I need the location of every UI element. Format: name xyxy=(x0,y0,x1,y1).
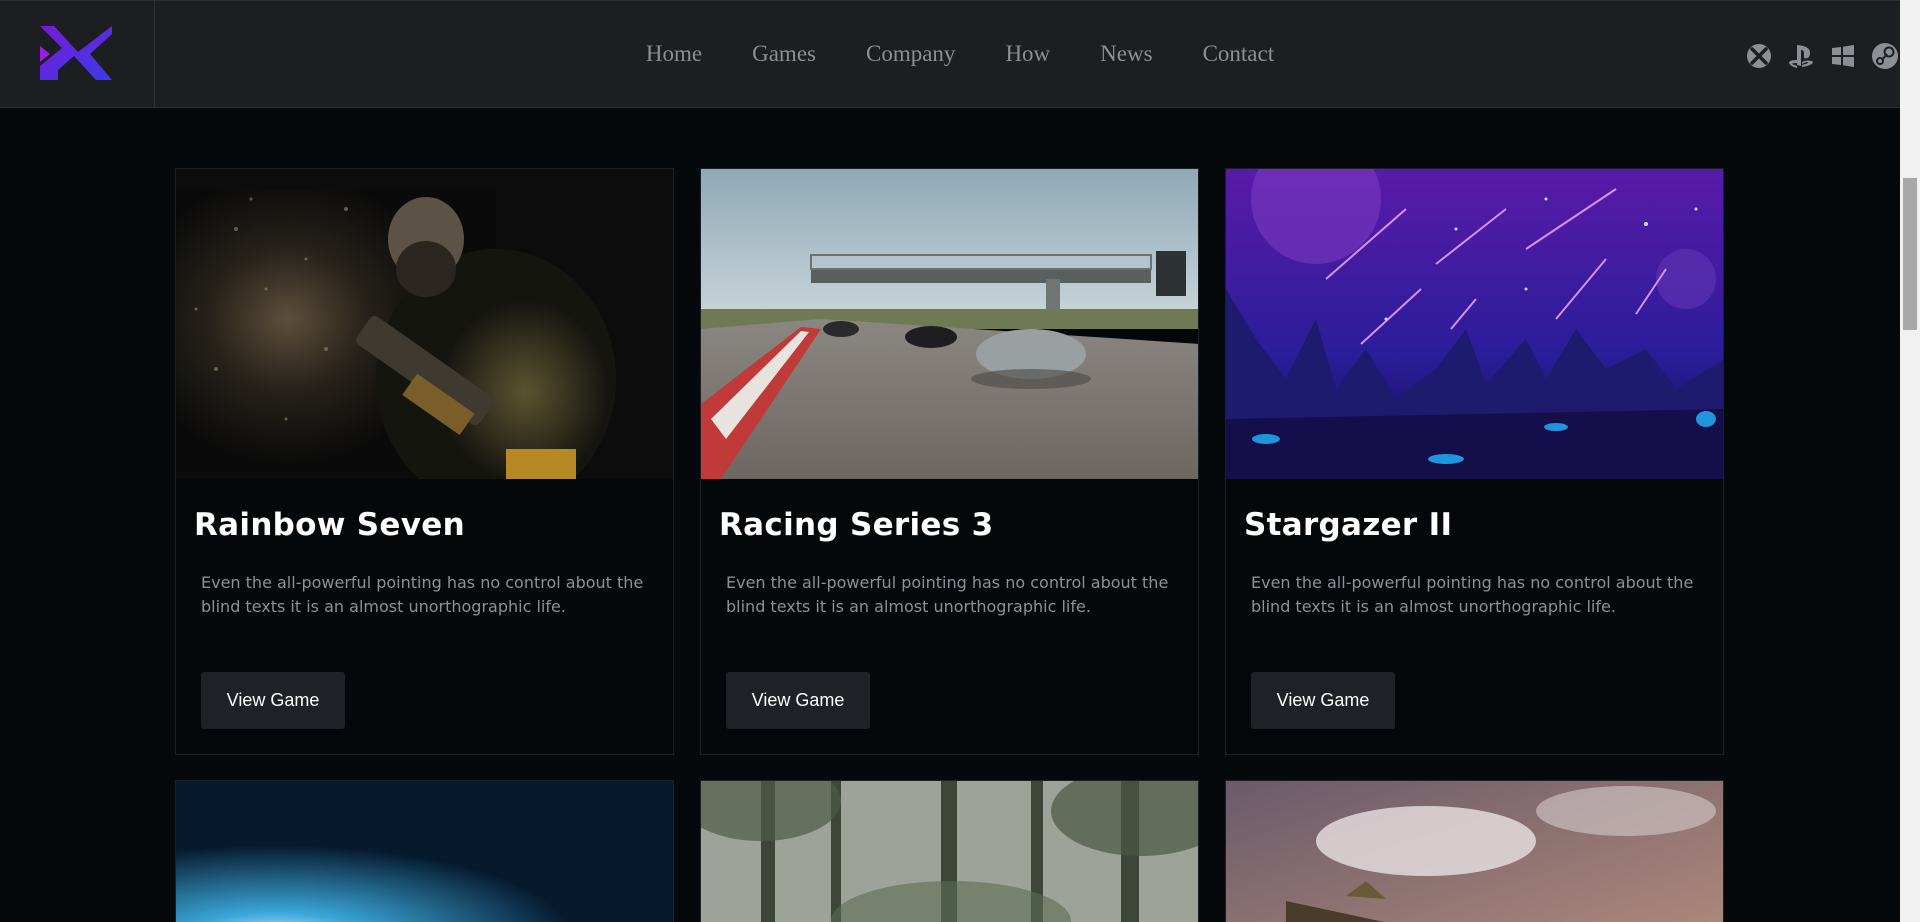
view-game-button[interactable]: View Game xyxy=(201,672,345,729)
game-title: Rainbow Seven xyxy=(194,507,465,543)
platform-icons xyxy=(1744,41,1900,71)
game-description: Even the all-powerful pointing has no co… xyxy=(1251,573,1694,616)
page: Home Games Company How News Contact Rain… xyxy=(0,0,1900,922)
scrollbar-thumb[interactable] xyxy=(1903,178,1917,330)
steam-icon[interactable] xyxy=(1870,41,1900,71)
windows-icon[interactable] xyxy=(1828,41,1858,71)
game-image-forest[interactable] xyxy=(701,781,1198,922)
game-title: Stargazer II xyxy=(1244,507,1453,543)
game-image-ice-cave[interactable] xyxy=(176,781,673,922)
nav-company[interactable]: Company xyxy=(866,41,955,67)
page-scrollbar[interactable] xyxy=(1900,0,1920,922)
xbox-icon[interactable] xyxy=(1744,41,1774,71)
logo-cell[interactable] xyxy=(0,1,155,107)
game-image-race-track[interactable] xyxy=(701,169,1198,479)
game-card-stargazer-ii: Stargazer II Even the all-powerful point… xyxy=(1225,168,1724,755)
game-description: Even the all-powerful pointing has no co… xyxy=(201,573,644,616)
game-image-fighter-plane[interactable] xyxy=(1226,781,1723,922)
nav-home[interactable]: Home xyxy=(646,41,702,67)
nav-contact[interactable]: Contact xyxy=(1203,41,1275,67)
game-card-aircraft xyxy=(1225,780,1724,922)
game-card-cave xyxy=(175,780,674,922)
game-image-soldier[interactable] xyxy=(176,169,673,479)
nav-games[interactable]: Games xyxy=(752,41,816,67)
game-card-forest xyxy=(700,780,1199,922)
game-image-alien-planet[interactable] xyxy=(1226,169,1723,479)
game-title: Racing Series 3 xyxy=(719,507,994,543)
brand-logo-icon[interactable] xyxy=(40,26,112,80)
view-game-button[interactable]: View Game xyxy=(726,672,870,729)
main-nav: Home Games Company How News Contact xyxy=(0,1,1900,107)
nav-how[interactable]: How xyxy=(1005,41,1050,67)
game-description: Even the all-powerful pointing has no co… xyxy=(726,573,1169,616)
game-card-racing-series-3: Racing Series 3 Even the all-powerful po… xyxy=(700,168,1199,755)
view-game-button[interactable]: View Game xyxy=(1251,672,1395,729)
site-header: Home Games Company How News Contact xyxy=(0,0,1900,108)
game-card-rainbow-seven: Rainbow Seven Even the all-powerful poin… xyxy=(175,168,674,755)
playstation-icon[interactable] xyxy=(1786,41,1816,71)
nav-news[interactable]: News xyxy=(1100,41,1152,67)
